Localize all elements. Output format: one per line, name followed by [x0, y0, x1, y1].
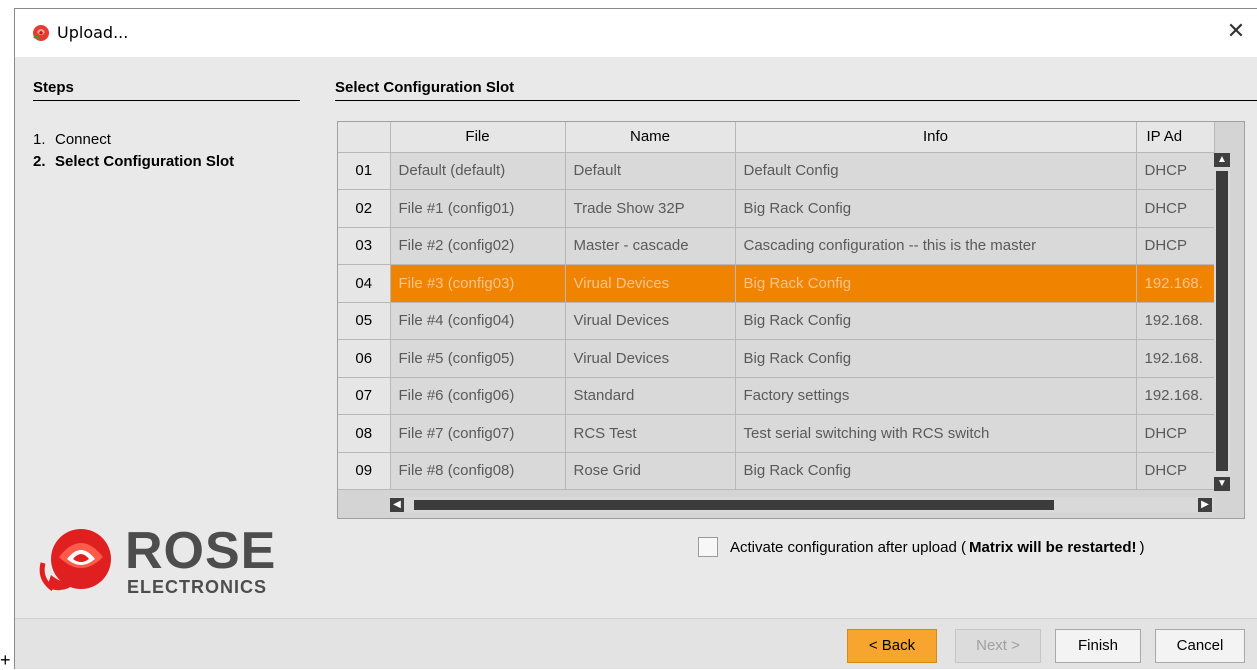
- cell-ip: 192.168.: [1136, 377, 1215, 415]
- scroll-up-arrow-icon[interactable]: ▲: [1214, 153, 1230, 167]
- scroll-down-arrow-icon[interactable]: ▼: [1214, 477, 1230, 491]
- table-header-row: File Name Info IP Ad: [338, 122, 1215, 153]
- table-row[interactable]: 01 Default (default) Default Default Con…: [338, 152, 1215, 190]
- activate-checkbox[interactable]: [698, 537, 718, 557]
- cell-name: Default: [565, 152, 736, 190]
- row-number: 04: [338, 264, 391, 303]
- cell-ip: 192.168.: [1136, 264, 1215, 303]
- cell-info: Big Rack Config: [735, 302, 1137, 340]
- table-row[interactable]: 02 File #1 (config01) Trade Show 32P Big…: [338, 189, 1215, 228]
- steps-heading: Steps: [33, 79, 300, 101]
- logo-electronics-text: ELECTRONICS: [127, 577, 268, 597]
- step-connect: 1. Connect: [33, 131, 111, 148]
- step-label: Select Configuration Slot: [55, 153, 235, 170]
- rose-electronics-logo: ROSE ELECTRONICS: [37, 523, 299, 603]
- cell-info: Big Rack Config: [735, 264, 1137, 303]
- column-header-name[interactable]: Name: [565, 122, 736, 153]
- cell-ip: DHCP: [1136, 227, 1215, 265]
- column-header-info[interactable]: Info: [735, 122, 1137, 153]
- upload-dialog: Upload... ✕ Steps 1. Connect 2. Select Con…: [14, 8, 1257, 669]
- close-icon[interactable]: ✕: [1221, 17, 1251, 47]
- cell-info: Big Rack Config: [735, 189, 1137, 228]
- steps-panel: Steps 1. Connect 2. Select Configuration S…: [15, 57, 316, 617]
- configuration-slot-table: File Name Info IP Ad 01 Default (default…: [337, 121, 1245, 519]
- row-number: 07: [338, 377, 391, 415]
- table-row[interactable]: 05 File #4 (config04) Virual Devices Big…: [338, 302, 1215, 340]
- rose-flower-icon: [39, 529, 111, 592]
- cell-info: Cascading configuration -- this is the m…: [735, 227, 1137, 265]
- activate-label-suffix: ): [1139, 538, 1145, 556]
- row-number: 09: [338, 452, 391, 490]
- step-number: 1.: [33, 131, 46, 148]
- cell-file: File #8 (config08): [390, 452, 566, 490]
- table-row[interactable]: 07 File #6 (config06) Standard Factory s…: [338, 377, 1215, 415]
- cell-info: Default Config: [735, 152, 1137, 190]
- cell-name: Virual Devices: [565, 302, 736, 340]
- table-row[interactable]: 09 File #8 (config08) Rose Grid Big Rack…: [338, 452, 1215, 490]
- cell-name: Master - cascade: [565, 227, 736, 265]
- table-row-selected[interactable]: 04 File #3 (config03) Virual Devices Big…: [338, 264, 1215, 303]
- table-row[interactable]: 08 File #7 (config07) RCS Test Test seri…: [338, 414, 1215, 453]
- logo-rose-text: ROSE: [125, 522, 277, 580]
- rose-logo-icon: [33, 25, 49, 41]
- cell-file: Default (default): [390, 152, 566, 190]
- vertical-scrollbar[interactable]: ▲ ▼: [1214, 153, 1230, 491]
- back-button[interactable]: < Back: [847, 629, 937, 663]
- column-header-number: [338, 122, 391, 153]
- row-number: 03: [338, 227, 391, 265]
- next-button[interactable]: Next >: [955, 629, 1041, 663]
- window-title: Upload...: [57, 23, 129, 42]
- corner-plus-marker: +: [0, 650, 11, 670]
- cell-ip: DHCP: [1136, 189, 1215, 228]
- cell-info: Big Rack Config: [735, 339, 1137, 378]
- horizontal-scroll-thumb[interactable]: [414, 500, 1054, 510]
- step-label: Connect: [55, 131, 111, 148]
- cell-name: Trade Show 32P: [565, 189, 736, 228]
- finish-button[interactable]: Finish: [1055, 629, 1141, 663]
- row-number: 08: [338, 414, 391, 453]
- section-title: Select Configuration Slot: [335, 79, 1257, 101]
- row-number: 02: [338, 189, 391, 228]
- cell-file: File #1 (config01): [390, 189, 566, 228]
- cell-ip: 192.168.: [1136, 339, 1215, 378]
- row-number: 01: [338, 152, 391, 190]
- horizontal-scrollbar[interactable]: ◀ ▶: [390, 497, 1214, 513]
- table-row[interactable]: 03 File #2 (config02) Master - cascade C…: [338, 227, 1215, 265]
- column-header-ip-address[interactable]: IP Ad: [1136, 122, 1215, 153]
- step-select-configuration-slot: 2. Select Configuration Slot: [33, 153, 234, 170]
- cell-info: Factory settings: [735, 377, 1137, 415]
- cell-file: File #2 (config02): [390, 227, 566, 265]
- activate-label-prefix: Activate configuration after upload (: [730, 538, 966, 556]
- cell-file: File #4 (config04): [390, 302, 566, 340]
- cell-file: File #3 (config03): [390, 264, 566, 303]
- table-row[interactable]: 06 File #5 (config05) Virual Devices Big…: [338, 339, 1215, 378]
- cell-file: File #7 (config07): [390, 414, 566, 453]
- title-bar[interactable]: Upload... ✕: [15, 9, 1257, 57]
- column-header-file[interactable]: File: [390, 122, 566, 153]
- cell-ip: DHCP: [1136, 152, 1215, 190]
- scroll-left-arrow-icon[interactable]: ◀: [390, 498, 404, 512]
- cell-info: Test serial switching with RCS switch: [735, 414, 1137, 453]
- cell-ip: DHCP: [1136, 414, 1215, 453]
- dialog-body: Steps 1. Connect 2. Select Configuration S…: [15, 57, 1257, 669]
- cell-name: Standard: [565, 377, 736, 415]
- slot-table-grid: File Name Info IP Ad 01 Default (default…: [338, 122, 1215, 490]
- cell-name: Rose Grid: [565, 452, 736, 490]
- cell-name: Virual Devices: [565, 264, 736, 303]
- cell-file: File #5 (config05): [390, 339, 566, 378]
- cell-info: Big Rack Config: [735, 452, 1137, 490]
- vertical-scroll-thumb[interactable]: [1216, 171, 1228, 471]
- cell-ip: DHCP: [1136, 452, 1215, 490]
- cell-ip: 192.168.: [1136, 302, 1215, 340]
- step-number: 2.: [33, 153, 46, 170]
- row-number: 06: [338, 339, 391, 378]
- cell-name: Virual Devices: [565, 339, 736, 378]
- activate-label-warning: Matrix will be restarted!: [968, 538, 1137, 556]
- scroll-right-arrow-icon[interactable]: ▶: [1198, 498, 1212, 512]
- cancel-button[interactable]: Cancel: [1155, 629, 1245, 663]
- activate-configuration-option[interactable]: Activate configuration after upload ( Ma…: [698, 537, 1145, 557]
- cell-file: File #6 (config06): [390, 377, 566, 415]
- row-number: 05: [338, 302, 391, 340]
- cell-name: RCS Test: [565, 414, 736, 453]
